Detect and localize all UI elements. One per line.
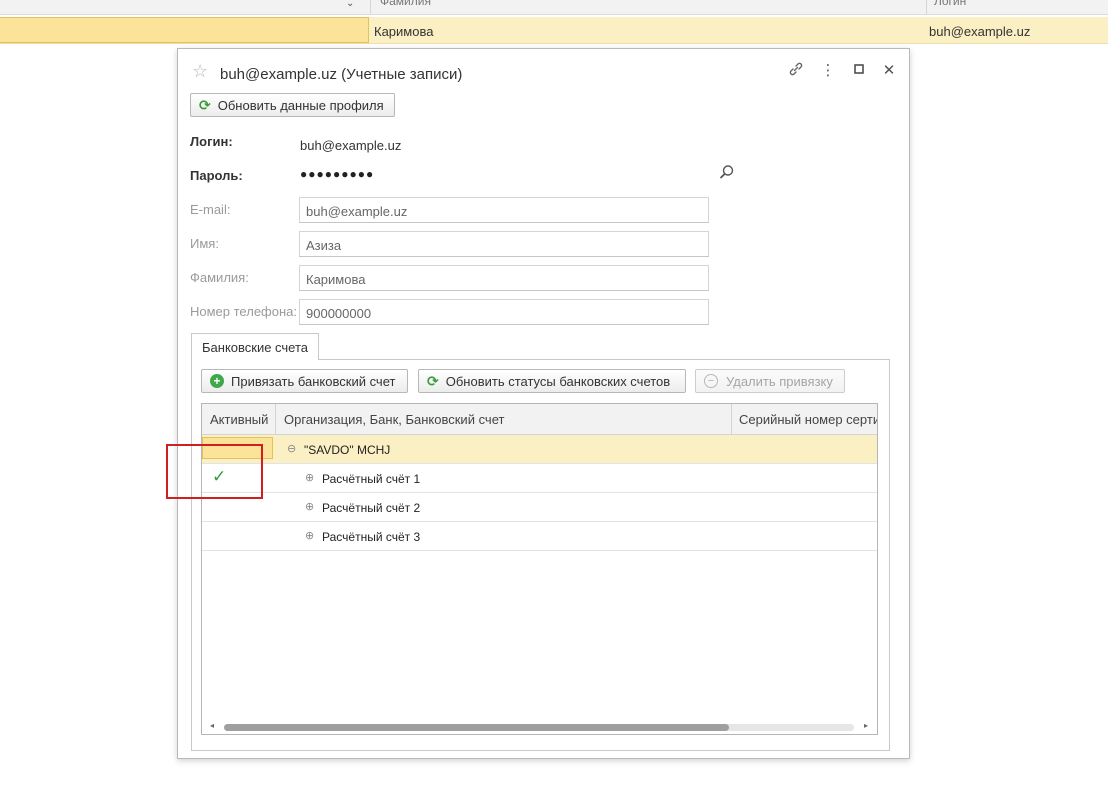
name-label: Имя: xyxy=(190,236,219,251)
table-header: Активный Организация, Банк, Банковский с… xyxy=(202,404,877,435)
column-header-serial[interactable]: Серийный номер серти xyxy=(739,412,877,427)
collapse-icon[interactable]: ⊖ xyxy=(287,442,296,455)
column-separator xyxy=(731,404,732,434)
window-title: buh@example.uz (Учетные записи) xyxy=(220,66,463,83)
phone-label: Номер телефона: xyxy=(190,304,297,319)
column-header-active[interactable]: Активный xyxy=(210,412,268,427)
column-header-surname[interactable]: Фамилия xyxy=(380,0,431,8)
table-row[interactable]: ⊕ Расчётный счёт 2 xyxy=(202,493,877,522)
row-login: buh@example.uz xyxy=(929,24,1031,39)
column-separator xyxy=(275,404,276,434)
column-header-organization[interactable]: Организация, Банк, Банковский счет xyxy=(284,412,504,427)
login-value: buh@example.uz xyxy=(300,138,402,153)
scroll-thumb[interactable] xyxy=(224,724,729,731)
horizontal-scrollbar[interactable]: ◂ ▸ xyxy=(202,720,877,734)
scroll-right-icon[interactable]: ▸ xyxy=(864,721,868,730)
name-field[interactable]: Азиза xyxy=(299,231,709,257)
password-label: Пароль: xyxy=(190,168,243,183)
expand-icon[interactable]: ⊕ xyxy=(305,471,314,484)
highlight-box xyxy=(166,444,263,499)
refresh-profile-button[interactable]: ⟳ Обновить данные профиля xyxy=(190,93,395,117)
column-separator xyxy=(370,0,371,14)
email-label: E-mail: xyxy=(190,202,231,217)
tab-bank-accounts[interactable]: Банковские счета xyxy=(191,333,319,360)
update-statuses-button[interactable]: ⟳ Обновить статусы банковских счетов xyxy=(418,369,686,393)
link-icon[interactable] xyxy=(786,61,806,81)
email-field[interactable]: buh@example.uz xyxy=(299,197,709,223)
list-header: ⌄ Фамилия Логин xyxy=(0,0,1108,15)
surname-label: Фамилия: xyxy=(190,270,249,285)
row-name: Расчётный счёт 3 xyxy=(322,530,421,544)
table-row[interactable]: ✓ ⊕ Расчётный счёт 1 xyxy=(202,464,877,493)
refresh-icon: ⟳ xyxy=(199,96,211,113)
column-separator xyxy=(926,0,927,14)
surname-field[interactable]: Каримова xyxy=(299,265,709,291)
chevron-down-icon[interactable]: ⌄ xyxy=(346,0,354,9)
bind-account-label: Привязать банковский счет xyxy=(231,373,396,389)
delete-binding-label: Удалить привязку xyxy=(726,373,833,389)
expand-icon[interactable]: ⊕ xyxy=(305,500,314,513)
password-value: ●●●●●●●●● xyxy=(300,167,375,181)
scroll-left-icon[interactable]: ◂ xyxy=(210,721,214,730)
table-row[interactable]: ⊖ "SAVDO" MCHJ xyxy=(202,435,877,464)
row-surname: Каримова xyxy=(374,24,434,39)
refresh-profile-label: Обновить данные профиля xyxy=(217,97,384,113)
row-name: Расчётный счёт 1 xyxy=(322,472,421,486)
minus-icon: − xyxy=(704,374,718,388)
bind-account-button[interactable]: + Привязать банковский счет xyxy=(201,369,408,393)
plus-icon: + xyxy=(210,374,224,388)
login-label: Логин: xyxy=(190,134,233,149)
star-icon[interactable]: ☆ xyxy=(192,61,208,82)
close-icon[interactable]: ✕ xyxy=(879,61,899,79)
more-menu-icon[interactable]: ⋮ xyxy=(818,61,838,79)
list-row-selected[interactable]: Каримова buh@example.uz xyxy=(0,17,1108,44)
magnify-icon[interactable] xyxy=(719,164,735,184)
update-statuses-label: Обновить статусы банковских счетов xyxy=(445,373,671,389)
bank-accounts-table: Активный Организация, Банк, Банковский с… xyxy=(201,403,878,735)
row-name: "SAVDO" MCHJ xyxy=(304,443,391,457)
expand-icon[interactable]: ⊕ xyxy=(305,529,314,542)
delete-binding-button[interactable]: − Удалить привязку xyxy=(695,369,845,393)
column-header-login[interactable]: Логин xyxy=(934,0,966,8)
refresh-icon: ⟳ xyxy=(427,372,439,389)
table-row[interactable]: ⊕ Расчётный счёт 3 xyxy=(202,522,877,551)
maximize-icon[interactable] xyxy=(849,63,869,77)
row-name: Расчётный счёт 2 xyxy=(322,501,421,515)
selected-cell[interactable] xyxy=(0,17,369,43)
phone-field[interactable]: 900000000 xyxy=(299,299,709,325)
